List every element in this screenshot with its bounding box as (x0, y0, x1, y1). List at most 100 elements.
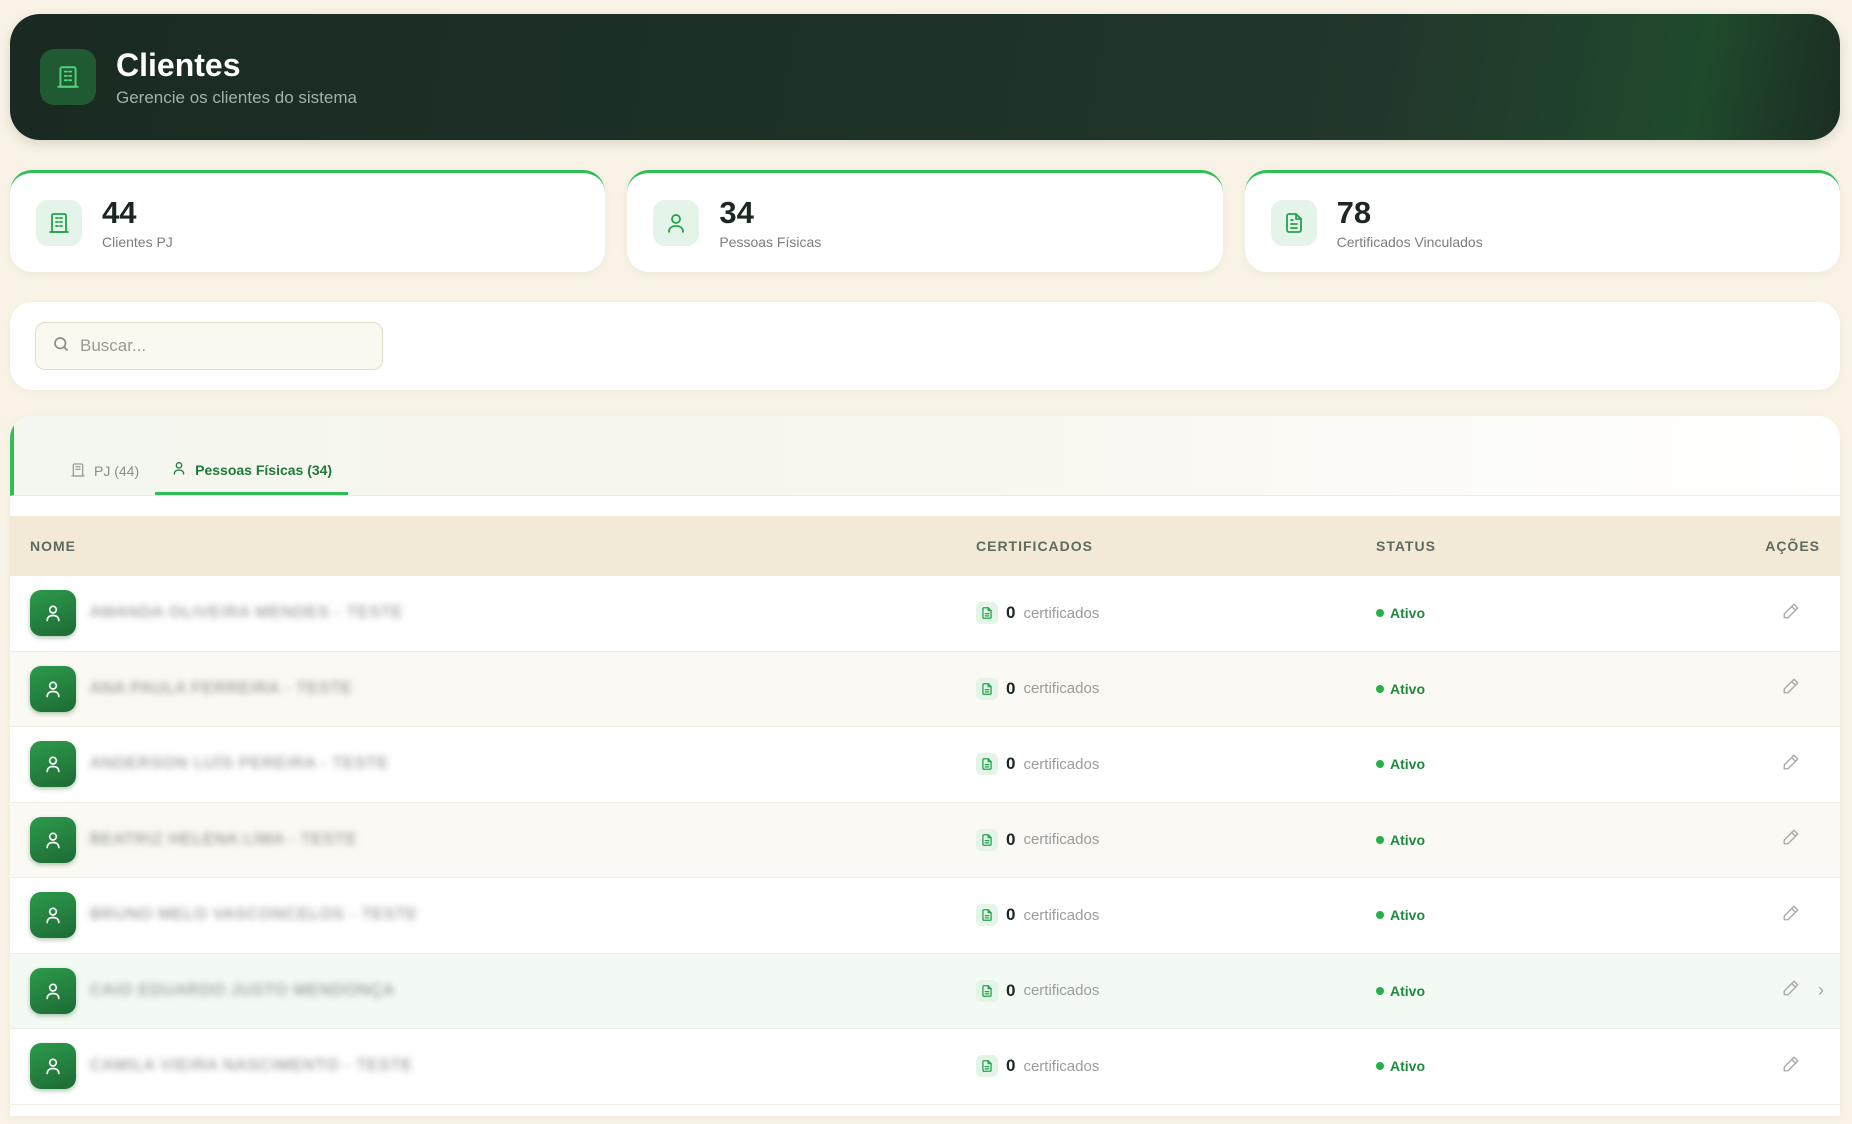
stat-card-pf: 34 Pessoas Físicas (627, 170, 1223, 272)
edit-icon[interactable] (1782, 677, 1800, 700)
status-text: Ativo (1390, 605, 1425, 622)
avatar (30, 816, 76, 863)
cert-count: 0 (1006, 829, 1016, 849)
column-header-nome[interactable]: NOME (10, 538, 976, 554)
stat-card-certificados: 78 Certificados Vinculados (1244, 170, 1840, 272)
edit-icon[interactable] (1782, 979, 1800, 1002)
column-header-acoes: AÇÕES (1765, 538, 1820, 554)
table-row[interactable]: CAIO EDUARDO JUSTO MENDONÇA 0 certificad… (10, 953, 1840, 1029)
edit-icon[interactable] (1782, 602, 1800, 625)
status-text: Ativo (1390, 907, 1425, 924)
stat-card-pj: 44 Clientes PJ (10, 170, 606, 272)
page-subtitle: Gerencie os clientes do sistema (116, 88, 357, 107)
column-header-certificados[interactable]: CERTIFICADOS (976, 538, 1376, 554)
tab-label: PJ (44) (94, 463, 140, 479)
status-badge: Ativo (1376, 832, 1726, 848)
stat-label: Certificados Vinculados (1336, 233, 1483, 250)
building-icon (40, 49, 96, 105)
document-icon (976, 979, 998, 1002)
table-row[interactable]: BEATRIZ HELENA LIMA - TESTE 0 certificad… (10, 802, 1840, 878)
avatar (30, 892, 76, 939)
status-dot (1376, 609, 1384, 618)
document-icon (976, 677, 998, 700)
search-box[interactable] (35, 322, 383, 370)
cert-label: certificados (1023, 755, 1100, 773)
stat-label: Clientes PJ (102, 233, 173, 250)
document-icon (976, 828, 998, 851)
cert-label: certificados (1023, 604, 1100, 622)
table-body: AMANDA OLIVEIRA MENDES - TESTE 0 certifi… (10, 576, 1840, 1105)
table-row[interactable]: ANDERSON LUÍS PEREIRA - TESTE 0 certific… (10, 727, 1840, 803)
status-badge: Ativo (1376, 681, 1726, 697)
client-name: ANDERSON LUÍS PEREIRA - TESTE (90, 755, 389, 773)
document-icon (976, 753, 998, 776)
tabs-bar: PJ (44) Pessoas Físicas (34) (10, 416, 1840, 496)
stats-row: 44 Clientes PJ 34 Pessoas Físicas 78 Cer… (10, 170, 1840, 272)
cert-label: certificados (1023, 906, 1100, 924)
avatar (30, 590, 76, 637)
avatar (30, 1043, 76, 1090)
document-icon (1270, 199, 1317, 246)
stat-value: 34 (719, 194, 754, 230)
avatar (30, 665, 76, 712)
cert-count: 0 (1006, 603, 1016, 623)
cert-count: 0 (1006, 678, 1016, 698)
building-icon (36, 199, 82, 246)
client-name: CAMILA VIEIRA NASCIMENTO - TESTE (90, 1057, 414, 1075)
status-badge: Ativo (1376, 1058, 1726, 1074)
status-dot (1376, 684, 1384, 693)
cert-label: certificados (1023, 982, 1100, 1000)
status-dot (1376, 911, 1384, 920)
status-badge: Ativo (1376, 605, 1726, 621)
cert-count: 0 (1006, 754, 1016, 774)
status-dot (1376, 986, 1384, 995)
status-dot (1376, 835, 1384, 844)
status-text: Ativo (1390, 831, 1425, 848)
user-icon (653, 199, 700, 246)
cert-count: 0 (1006, 905, 1016, 925)
cert-label: certificados (1023, 831, 1100, 849)
table-header: NOME CERTIFICADOS STATUS AÇÕES (10, 516, 1840, 576)
cert-count: 0 (1006, 1056, 1016, 1076)
search-card (10, 302, 1840, 390)
clients-table-card: PJ (44) Pessoas Físicas (34) NOME CERTIF… (10, 416, 1840, 1116)
table-row[interactable]: BRUNO MELO VASCONCELOS - TESTE 0 certifi… (10, 878, 1840, 954)
stat-label: Pessoas Físicas (719, 233, 822, 250)
client-name: AMANDA OLIVEIRA MENDES - TESTE (90, 604, 404, 622)
stat-value: 78 (1336, 194, 1372, 230)
status-text: Ativo (1390, 982, 1425, 999)
edit-icon[interactable] (1782, 1055, 1800, 1078)
stat-value: 44 (102, 194, 137, 230)
tab-pessoas-fisicas[interactable]: Pessoas Físicas (34) (155, 447, 349, 495)
status-badge: Ativo (1376, 907, 1726, 923)
client-name: CAIO EDUARDO JUSTO MENDONÇA (90, 981, 395, 999)
tab-label: Pessoas Físicas (34) (195, 461, 333, 478)
document-icon (976, 602, 998, 625)
client-name: BEATRIZ HELENA LIMA - TESTE (90, 830, 358, 848)
document-icon (976, 1055, 998, 1078)
page: Clientes Gerencie os clientes do sistema… (10, 14, 1840, 1116)
edit-icon[interactable] (1782, 904, 1800, 927)
status-dot (1376, 1062, 1384, 1071)
column-header-status[interactable]: STATUS (1376, 538, 1726, 554)
chevron-right-icon[interactable]: › (1818, 980, 1824, 1001)
client-name: BRUNO MELO VASCONCELOS - TESTE (90, 906, 419, 924)
cert-label: certificados (1023, 1057, 1100, 1075)
status-text: Ativo (1390, 680, 1425, 697)
status-dot (1376, 760, 1384, 769)
avatar (30, 741, 76, 788)
table-row[interactable]: AMANDA OLIVEIRA MENDES - TESTE 0 certifi… (10, 576, 1840, 652)
building-icon (70, 462, 86, 481)
edit-icon[interactable] (1782, 828, 1800, 851)
user-icon (171, 460, 187, 479)
search-icon (52, 335, 70, 358)
table-row[interactable]: CAMILA VIEIRA NASCIMENTO - TESTE 0 certi… (10, 1029, 1840, 1105)
status-text: Ativo (1390, 1058, 1425, 1075)
tab-pj[interactable]: PJ (44) (54, 447, 155, 495)
status-text: Ativo (1390, 756, 1425, 773)
edit-icon[interactable] (1782, 753, 1800, 776)
search-input[interactable] (80, 336, 360, 356)
document-icon (976, 904, 998, 927)
cert-label: certificados (1023, 680, 1100, 698)
table-row[interactable]: ANA PAULA FERREIRA - TESTE 0 certificado… (10, 651, 1840, 727)
